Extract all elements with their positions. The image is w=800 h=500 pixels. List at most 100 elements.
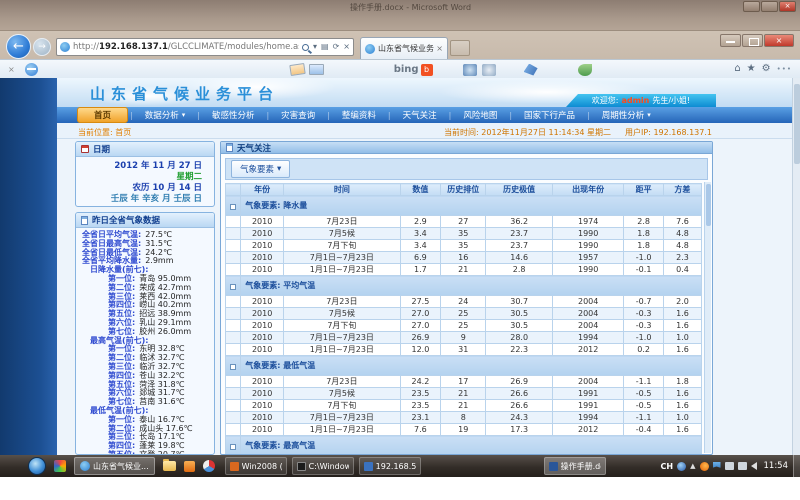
start-button[interactable] xyxy=(28,457,46,475)
tray-app-icon[interactable] xyxy=(725,462,734,470)
close-toolbar-icon[interactable]: × xyxy=(8,65,15,74)
nav-item-9[interactable]: 周期性分析▾ xyxy=(592,108,661,122)
nav-item-3[interactable]: 敏感性分析 xyxy=(202,108,265,122)
gear-icon[interactable]: ⚙ xyxy=(762,63,771,75)
grid-scrollbar-thumb[interactable] xyxy=(706,184,711,226)
taskbar-ie-button[interactable]: 山东省气候业... xyxy=(74,457,155,475)
column-header[interactable]: 历史极值 xyxy=(486,184,553,196)
table-row[interactable]: 20107月23日2.92736.219742.87.6 xyxy=(226,216,702,228)
maximize-icon[interactable] xyxy=(742,34,763,47)
minimize-icon[interactable] xyxy=(720,34,741,47)
bing-logo[interactable]: bing xyxy=(394,64,419,75)
checkbox-icon[interactable] xyxy=(230,364,236,370)
address-bar[interactable]: http://192.168.137.1/GLCCLIMATE/modules/… xyxy=(56,38,354,56)
tab-close-icon[interactable]: × xyxy=(436,44,443,53)
table-lead-header[interactable] xyxy=(226,184,241,196)
folder-icon[interactable] xyxy=(163,461,176,471)
firefox-tray-icon[interactable] xyxy=(700,462,709,471)
column-header[interactable]: 数值 xyxy=(400,184,440,196)
table-group-row[interactable]: 气象要素: 最高气温 xyxy=(226,436,702,456)
table-row[interactable]: 20101月1日~7月23日7.61917.32012-0.41.6 xyxy=(226,424,702,436)
search-icon[interactable] xyxy=(302,44,309,51)
minimize-icon[interactable] xyxy=(743,1,760,12)
table-row[interactable]: 20107月1日~7月23日6.91614.61957-1.02.3 xyxy=(226,252,702,264)
table-row[interactable]: 20107月5候3.43523.719901.84.8 xyxy=(226,228,702,240)
chevron-down-icon[interactable]: ▾ xyxy=(313,43,317,51)
app-icon-orange[interactable] xyxy=(184,461,195,472)
taskbar-button-2[interactable]: C:\Windows\s... xyxy=(292,457,354,475)
star-icon[interactable]: ★ xyxy=(747,63,756,75)
language-indicator[interactable]: CH xyxy=(661,462,674,471)
close-icon[interactable]: × xyxy=(764,34,794,47)
browser-tab[interactable]: 山东省气候业务平... × xyxy=(360,37,448,59)
table-group-row[interactable]: 气象要素: 平均气温 xyxy=(226,276,702,296)
page-scrollbar-thumb[interactable] xyxy=(794,84,800,164)
table-row[interactable]: 20107月下旬27.02530.52004-0.31.6 xyxy=(226,320,702,332)
page-scrollbar[interactable] xyxy=(792,78,800,455)
table-row[interactable]: 20107月23日27.52430.72004-0.72.0 xyxy=(226,296,702,308)
table-row[interactable]: 20101月1日~7月23日1.7212.81990-0.10.4 xyxy=(226,264,702,276)
column-header[interactable]: 距平 xyxy=(624,184,664,196)
mail-icon[interactable] xyxy=(309,64,324,75)
table-row[interactable]: 20107月下旬23.52126.61991-0.51.6 xyxy=(226,400,702,412)
more-options-icon[interactable]: ••• xyxy=(777,65,792,73)
table-row[interactable]: 20107月5候23.52126.61991-0.51.6 xyxy=(226,388,702,400)
table-row[interactable]: 20107月下旬3.43523.719901.84.8 xyxy=(226,240,702,252)
new-tab-button[interactable] xyxy=(450,40,470,56)
element-filter-button[interactable]: 气象要素 ▾ xyxy=(231,160,290,178)
show-hidden-icons[interactable]: ▲ xyxy=(690,462,695,470)
nav-item-4[interactable]: 灾害查询 xyxy=(271,108,325,122)
action-center-flag-icon[interactable] xyxy=(713,462,721,471)
maximize-icon[interactable] xyxy=(761,1,778,12)
column-header[interactable]: 时间 xyxy=(284,184,401,196)
checkbox-icon[interactable] xyxy=(230,284,236,290)
group-checkbox-cell[interactable] xyxy=(226,276,241,296)
addon-icon-1[interactable] xyxy=(463,64,477,76)
app-pinned-icon[interactable] xyxy=(54,460,66,472)
table-row[interactable]: 20107月1日~7月23日26.9928.01994-1.01.0 xyxy=(226,332,702,344)
addon-icon-2[interactable] xyxy=(482,64,496,76)
addon-icon-3[interactable] xyxy=(524,64,538,76)
grid-scrollbar[interactable] xyxy=(704,182,711,453)
taskbar-button-1[interactable]: Win2008 (VS2... xyxy=(225,457,287,475)
close-icon[interactable]: × xyxy=(779,1,796,12)
compatibility-icon[interactable]: ▤ xyxy=(321,43,329,51)
tray-app-icon[interactable] xyxy=(738,462,747,470)
network-globe-icon[interactable] xyxy=(677,462,686,471)
clock[interactable]: 11:54 xyxy=(764,461,789,471)
table-row[interactable]: 20107月5候27.02530.52004-0.31.6 xyxy=(226,308,702,320)
table-row[interactable]: 20101月1日~7月23日12.03122.320120.21.6 xyxy=(226,344,702,356)
breadcrumb[interactable]: 当前位置: 首页 xyxy=(78,127,131,138)
show-desktop-button[interactable] xyxy=(793,455,800,477)
addon-card-icon[interactable] xyxy=(289,63,305,76)
bing-icon[interactable]: b xyxy=(421,64,433,76)
table-row[interactable]: 20107月1日~7月23日23.1824.31994-1.11.0 xyxy=(226,412,702,424)
group-checkbox-cell[interactable] xyxy=(226,196,241,216)
table-row[interactable]: 20107月23日24.21726.92004-1.11.8 xyxy=(226,376,702,388)
browser-app-icon[interactable] xyxy=(203,460,215,472)
table-group-row[interactable]: 气象要素: 降水量 xyxy=(226,196,702,216)
nav-item-1[interactable]: 首页 xyxy=(77,107,128,123)
column-header[interactable]: 年份 xyxy=(241,184,284,196)
nav-item-2[interactable]: 数据分析▾ xyxy=(135,108,196,122)
back-icon[interactable]: ← xyxy=(6,34,31,59)
checkbox-icon[interactable] xyxy=(230,444,236,450)
taskbar-button-4[interactable]: 操作手册.docx ... xyxy=(544,457,606,475)
nav-item-8[interactable]: 国家下行产品 xyxy=(514,108,585,122)
stop-icon[interactable]: × xyxy=(343,43,350,51)
bing-toolbar[interactable]: bing b xyxy=(394,64,433,76)
refresh-icon[interactable]: ⟳ xyxy=(333,43,340,51)
column-header[interactable]: 历史排位 xyxy=(441,184,486,196)
home-icon[interactable]: ⌂ xyxy=(734,63,740,75)
group-checkbox-cell[interactable] xyxy=(226,356,241,376)
taskbar-button-3[interactable]: 192.168.59.99... xyxy=(359,457,421,475)
volume-icon[interactable] xyxy=(751,462,757,470)
group-checkbox-cell[interactable] xyxy=(226,436,241,456)
addon-icon-4[interactable] xyxy=(578,64,592,76)
nav-item-5[interactable]: 整编资料 xyxy=(332,108,386,122)
column-header[interactable]: 方差 xyxy=(663,184,701,196)
compatibility-view-icon[interactable] xyxy=(25,63,38,76)
url-text[interactable]: http://192.168.137.1/GLCCLIMATE/modules/… xyxy=(73,42,299,52)
checkbox-icon[interactable] xyxy=(230,204,236,210)
column-header[interactable]: 出现年份 xyxy=(552,184,623,196)
